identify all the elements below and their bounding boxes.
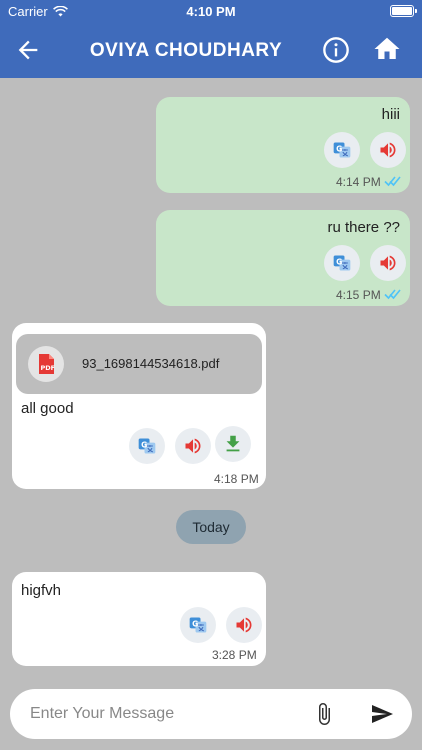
svg-text:G: G	[336, 144, 342, 153]
speaker-button[interactable]	[370, 132, 406, 168]
speaker-icon	[236, 617, 252, 633]
pdf-attachment[interactable]: PDF 93_1698144534618.pdf	[16, 334, 262, 394]
message-bubble-sent: hiii G 4:14 PM	[156, 97, 410, 193]
date-separator: Today	[176, 510, 246, 544]
message-time: 4:15 PM	[336, 288, 381, 302]
speaker-icon	[380, 255, 396, 271]
translate-button[interactable]: G	[324, 132, 360, 168]
message-input[interactable]	[30, 699, 300, 729]
info-icon[interactable]	[322, 36, 350, 64]
send-icon[interactable]	[370, 702, 394, 726]
back-arrow-icon[interactable]	[14, 36, 42, 64]
read-receipt-icon	[384, 176, 401, 187]
svg-text:G: G	[141, 440, 147, 449]
message-time: 3:28 PM	[212, 648, 257, 662]
battery-icon	[390, 5, 417, 17]
file-name: 93_1698144534618.pdf	[82, 356, 220, 371]
message-text: hiii	[381, 106, 400, 123]
speaker-icon	[380, 142, 396, 158]
message-bubble-received: higfvh G 3:28 PM	[12, 572, 266, 666]
translate-button[interactable]: G	[324, 245, 360, 281]
paperclip-icon[interactable]	[312, 702, 336, 726]
pdf-glyph: PDF	[39, 354, 56, 374]
translate-icon: G	[138, 438, 156, 454]
translate-icon: G	[333, 142, 351, 158]
download-button[interactable]	[215, 426, 251, 462]
message-time: 4:14 PM	[336, 175, 381, 189]
speaker-button[interactable]	[175, 428, 211, 464]
speaker-icon	[185, 438, 201, 454]
status-time: 4:10 PM	[186, 4, 236, 19]
read-receipt-icon	[384, 289, 401, 300]
pdf-type-label: PDF	[41, 364, 56, 372]
translate-button[interactable]: G	[180, 607, 216, 643]
svg-text:G: G	[336, 257, 342, 266]
message-text: higfvh	[21, 582, 62, 599]
speaker-button[interactable]	[226, 607, 262, 643]
pdf-file-icon: PDF	[28, 346, 64, 382]
status-bar: Carrier 4:10 PM	[0, 0, 422, 22]
message-time: 4:18 PM	[214, 472, 259, 486]
message-composer	[10, 689, 412, 739]
message-text: ru there ??	[327, 219, 400, 236]
chat-header: OVIYA CHOUDHARY	[0, 22, 422, 78]
message-bubble-sent: ru there ?? G 4:15 PM	[156, 210, 410, 306]
speaker-button[interactable]	[370, 245, 406, 281]
download-icon	[226, 435, 240, 452]
translate-icon: G	[189, 617, 207, 633]
translate-button[interactable]: G	[129, 428, 165, 464]
contact-name: OVIYA CHOUDHARY	[89, 40, 283, 61]
home-icon[interactable]	[372, 34, 402, 64]
svg-text:G: G	[192, 619, 198, 628]
message-text: all good	[21, 400, 74, 417]
translate-icon: G	[333, 255, 351, 271]
